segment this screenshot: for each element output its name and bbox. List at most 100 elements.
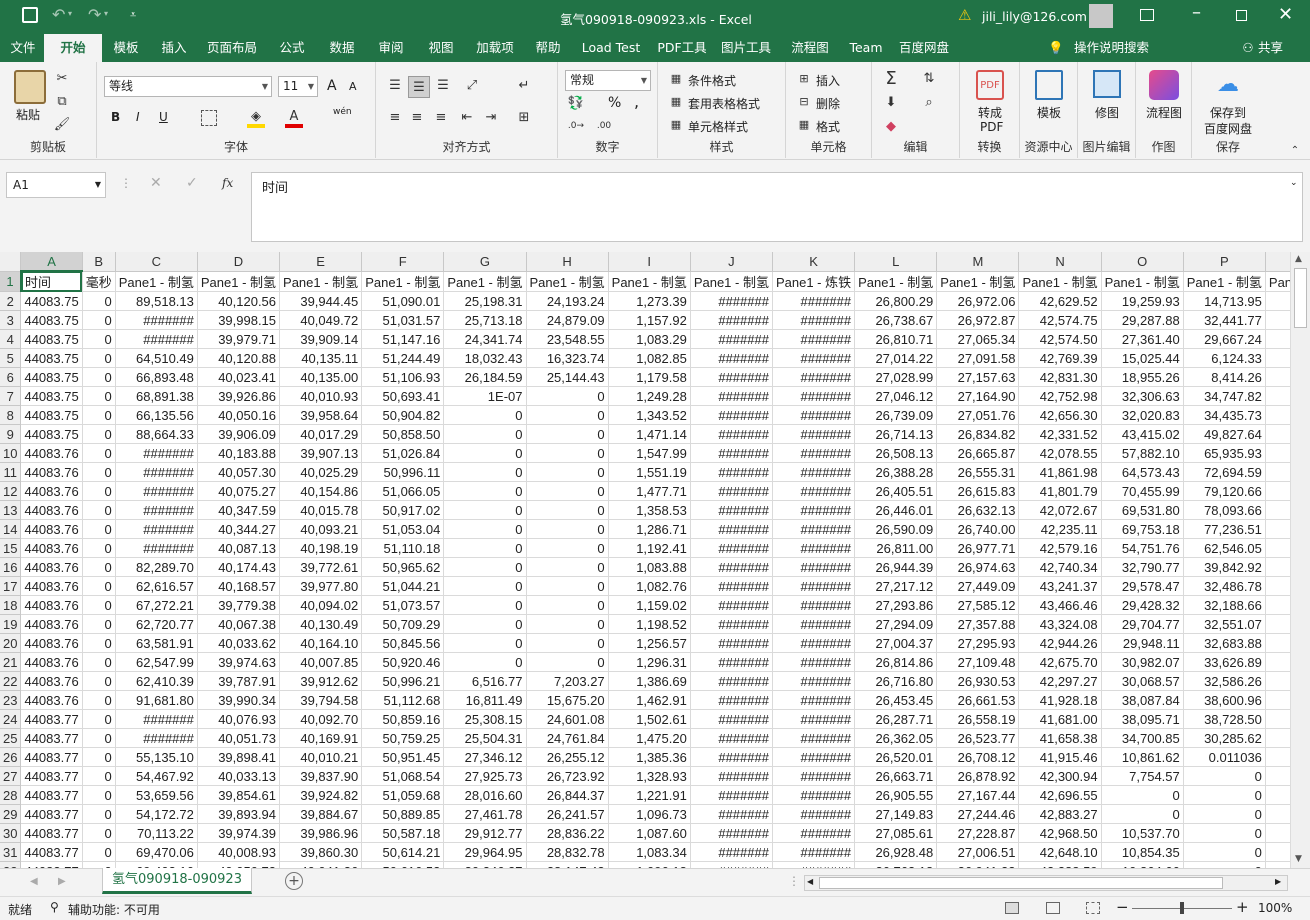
row-header[interactable]: 3 (0, 310, 22, 330)
cell[interactable]: 29,667.24 (1183, 329, 1266, 349)
cell[interactable]: 39,909.14 (279, 329, 363, 349)
cell[interactable]: 24,761.84 (526, 728, 609, 748)
cell[interactable]: 0 (82, 823, 116, 843)
cell[interactable]: 42,675.70 (1018, 652, 1102, 672)
cell[interactable]: 16,323.74 (526, 348, 609, 368)
cell[interactable]: 0 (1101, 804, 1184, 824)
cell[interactable]: 1,286.71 (608, 519, 691, 539)
decrease-decimal-icon[interactable]: .00 (594, 118, 614, 134)
cell-styles-button[interactable]: 单元格样式 (688, 118, 748, 135)
cell[interactable]: 42,579.16 (1018, 538, 1102, 558)
cancel-icon[interactable]: ✕ (150, 175, 162, 191)
cell[interactable]: 27,925.73 (443, 766, 527, 786)
cell[interactable]: 1,221.91 (608, 785, 691, 805)
cell[interactable]: 40,174.43 (197, 557, 281, 577)
cell[interactable]: 40,049.72 (279, 310, 363, 330)
cell[interactable]: 70,113.22 (115, 823, 198, 843)
cell[interactable]: 0 (82, 538, 116, 558)
cell[interactable]: 时间 (20, 271, 83, 292)
cell[interactable]: 51,147.16 (361, 329, 445, 349)
cell[interactable]: 50,920.46 (361, 652, 445, 672)
row-header[interactable]: 5 (0, 348, 22, 368)
ribbon-display-icon[interactable] (1140, 9, 1154, 21)
undo-icon[interactable]: ↶ (52, 5, 65, 24)
cell[interactable]: 10,861.62 (1101, 747, 1184, 767)
cell[interactable]: Pane1 - 制氢 (854, 271, 938, 292)
cell[interactable]: 29,287.88 (1101, 310, 1184, 330)
clear-icon[interactable]: ◆ (880, 116, 902, 136)
convert-pdf-button[interactable]: 转成 (978, 104, 1002, 121)
cell[interactable]: 26,453.45 (854, 690, 938, 710)
cell[interactable]: 26,810.71 (854, 329, 938, 349)
cell[interactable]: 26,555.31 (936, 462, 1020, 482)
cell[interactable]: 26,287.71 (854, 709, 938, 729)
cell[interactable]: 26,508.13 (854, 443, 938, 463)
cell[interactable]: 40,010.21 (279, 747, 363, 767)
redo-icon[interactable]: ↷ (88, 5, 101, 24)
row-header[interactable]: 18 (0, 595, 22, 615)
cell[interactable]: ####### (772, 728, 856, 748)
cell[interactable]: 1,083.88 (608, 557, 691, 577)
cell[interactable]: 0 (526, 500, 609, 520)
cell[interactable]: 39,974.39 (197, 823, 281, 843)
cell[interactable]: 51,112.68 (361, 690, 445, 710)
cell[interactable]: 112.2902 (1265, 348, 1290, 368)
cell[interactable]: 39,958.64 (279, 405, 363, 425)
cell[interactable]: ####### (772, 424, 856, 444)
cell[interactable]: 115.8037 (1265, 633, 1290, 653)
column-header[interactable]: O (1101, 252, 1184, 272)
cell[interactable]: 0 (82, 519, 116, 539)
cell[interactable]: 1,083.34 (608, 842, 691, 862)
row-header[interactable]: 31 (0, 842, 22, 862)
cell[interactable]: 38,600.96 (1183, 690, 1266, 710)
cell[interactable]: 39,944.45 (279, 291, 363, 311)
cell[interactable]: 51,044.21 (361, 576, 445, 596)
cell[interactable]: 1,386.69 (608, 671, 691, 691)
cell[interactable]: 40,135.11 (279, 348, 363, 368)
cell[interactable]: ####### (690, 519, 773, 539)
cell[interactable]: 40,198.19 (279, 538, 363, 558)
cell[interactable]: 130.4833 (1265, 842, 1290, 862)
cell[interactable]: 27,157.63 (936, 367, 1020, 387)
cell[interactable]: 42,752.98 (1018, 386, 1102, 406)
cell[interactable]: 0 (526, 405, 609, 425)
currency-icon[interactable]: 💱 (566, 94, 586, 112)
cell[interactable]: 44083.75 (20, 329, 83, 349)
tab-menu-8[interactable]: 视图 (416, 34, 466, 62)
image-edit-icon[interactable] (1093, 70, 1121, 98)
cell[interactable]: 40,120.56 (197, 291, 281, 311)
tell-me-search[interactable]: 操作说明搜索 (1074, 34, 1149, 62)
cell[interactable]: ####### (690, 405, 773, 425)
cell[interactable]: ####### (772, 291, 856, 311)
align-center-icon[interactable]: ≡ (408, 108, 426, 126)
cell[interactable]: 30,285.62 (1183, 728, 1266, 748)
cell[interactable]: 69,753.18 (1101, 519, 1184, 539)
row-header[interactable]: 20 (0, 633, 22, 653)
cell[interactable]: 0 (82, 386, 116, 406)
cell[interactable]: 0 (443, 500, 527, 520)
cell[interactable]: ####### (690, 386, 773, 406)
cell[interactable]: 54,467.92 (115, 766, 198, 786)
cell[interactable]: 27,004.37 (854, 633, 938, 653)
cell[interactable]: 40,033.62 (197, 633, 281, 653)
image-edit-button[interactable]: 修图 (1095, 104, 1119, 121)
flowchart-button[interactable]: 流程图 (1146, 104, 1182, 121)
cell[interactable]: 1,547.99 (608, 443, 691, 463)
align-middle-icon[interactable]: ☰ (408, 76, 430, 98)
cell[interactable]: 40,015.78 (279, 500, 363, 520)
cell[interactable]: ####### (772, 329, 856, 349)
cell[interactable]: 26,558.19 (936, 709, 1020, 729)
cell[interactable]: 26,977.71 (936, 538, 1020, 558)
tab-menu-7[interactable]: 审阅 (366, 34, 416, 62)
cell[interactable]: 0 (82, 671, 116, 691)
cell[interactable]: 44083.77 (20, 709, 83, 729)
cell[interactable]: 42,297.27 (1018, 671, 1102, 691)
cell[interactable]: 42,831.30 (1018, 367, 1102, 387)
tab-menu-12[interactable]: PDF工具 (650, 34, 714, 62)
cell[interactable]: 51,068.54 (361, 766, 445, 786)
cell[interactable]: 29,912.77 (443, 823, 527, 843)
cell[interactable]: 27,167.44 (936, 785, 1020, 805)
avatar[interactable] (1089, 4, 1113, 28)
cell[interactable]: 116.4475 (1265, 766, 1290, 786)
cell[interactable]: 1,157.92 (608, 310, 691, 330)
